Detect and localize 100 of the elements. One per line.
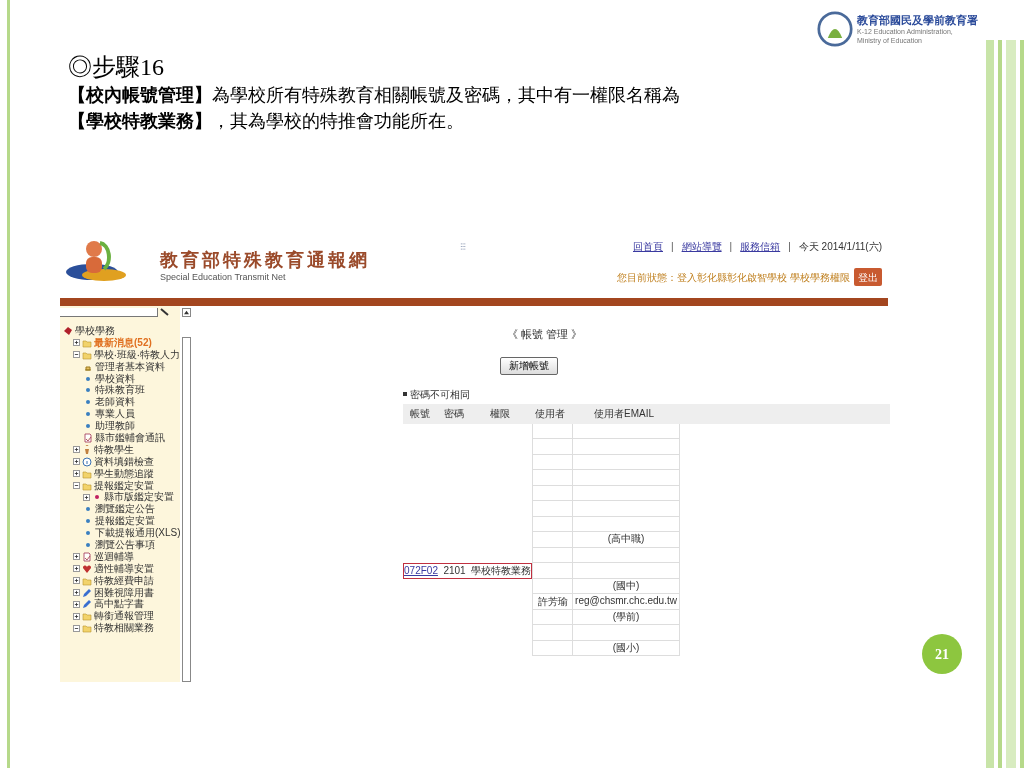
- separator: |: [729, 240, 733, 254]
- expand-toggle[interactable]: [73, 612, 80, 620]
- login-status: 您目前狀態：登入彰化縣彰化啟智學校 學校學務權限: [617, 270, 850, 285]
- table-cell: 許芳瑜: [532, 594, 572, 610]
- tree-item[interactable]: 學校學務: [75, 324, 115, 337]
- tree-item[interactable]: 提報鑑定安置: [95, 515, 155, 528]
- book-icon: [63, 325, 73, 336]
- nav-link[interactable]: 回首頁: [633, 239, 663, 254]
- tree-item[interactable]: 轉銜通報管理: [94, 610, 154, 623]
- expand-toggle[interactable]: [73, 458, 80, 466]
- tree-item[interactable]: 特教相關業務: [94, 622, 154, 635]
- tree-item[interactable]: 提報鑑定安置: [94, 479, 154, 492]
- wrench-icon[interactable]: [160, 307, 170, 317]
- table-cell: [532, 532, 572, 548]
- table-cell: (國小): [572, 640, 680, 656]
- expand-toggle[interactable]: [73, 577, 80, 585]
- slide-text: 【校內帳號管理】為學校所有特殊教育相關帳號及密碼，其中有一權限名稱為: [68, 84, 681, 107]
- expand-toggle[interactable]: [73, 470, 80, 478]
- tree-item[interactable]: 瀏覽鑑定公告: [95, 503, 155, 516]
- table-cell: [532, 547, 572, 563]
- tree-item[interactable]: 下載提報通用(XLS): [95, 527, 181, 540]
- scroll-up-button[interactable]: [181, 308, 191, 317]
- table-cell: [532, 578, 572, 594]
- table-cell: [532, 501, 572, 517]
- logout-button[interactable]: 登出: [854, 268, 882, 286]
- document-icon: [83, 432, 93, 443]
- tree-item[interactable]: 資料填錯檢查: [94, 455, 154, 468]
- column-header: 帳號: [409, 407, 431, 421]
- tree-item[interactable]: 困難視障用書: [94, 586, 154, 599]
- table-cell: [532, 439, 572, 455]
- table-cell: [532, 470, 572, 486]
- bullet-icon: [403, 392, 407, 396]
- note-text: 密碼不可相同: [410, 387, 470, 402]
- tree-item[interactable]: 巡迴輔導: [94, 550, 134, 563]
- collapse-toggle[interactable]: [73, 351, 80, 359]
- page-number: 21: [922, 634, 962, 674]
- collapse-toggle[interactable]: [73, 624, 80, 632]
- table-cell: (國中): [572, 578, 680, 594]
- folder-icon: [82, 480, 92, 491]
- column-header: 密碼: [442, 407, 465, 421]
- table-cell: [532, 609, 572, 625]
- pencil-icon: [82, 587, 92, 598]
- table-cell: [532, 563, 572, 579]
- slide-title: ◎步驟16: [68, 53, 165, 82]
- column-header: 使用者EMAIL: [593, 407, 655, 421]
- table-cell: [532, 640, 572, 656]
- nav-link[interactable]: 網站導覽: [681, 239, 722, 254]
- expand-toggle[interactable]: [73, 446, 80, 454]
- tree-item[interactable]: 專業人員: [95, 408, 135, 421]
- slide-text: 【學校特教業務】，其為學校的特推會功能所在。: [68, 110, 465, 133]
- tree-item[interactable]: 特教經費申請: [94, 574, 154, 587]
- tree-item[interactable]: 特教學生: [94, 443, 134, 456]
- heart-icon: [82, 563, 92, 574]
- add-account-button[interactable]: 新增帳號: [500, 356, 558, 375]
- account-link[interactable]: 072F02: [404, 564, 438, 578]
- tree-item[interactable]: 學校‧班級‧特教人力: [94, 348, 180, 361]
- expand-toggle[interactable]: [73, 339, 80, 347]
- emblem-icon: [817, 11, 853, 47]
- table-cell: reg@chsmr.chc.edu.tw: [572, 594, 680, 610]
- table-cell: [532, 423, 572, 439]
- table-cell: [532, 516, 572, 532]
- tree-item[interactable]: 適性輔導安置: [94, 562, 154, 575]
- tree-item[interactable]: 縣市版鑑定安置: [104, 491, 174, 504]
- tree-item[interactable]: 縣市鑑輔會通訊: [95, 431, 165, 444]
- table-cell: (高中職): [572, 532, 680, 548]
- table-cell: [532, 485, 572, 501]
- tree-item[interactable]: 管理者基本資料: [95, 360, 165, 373]
- folder-icon: [82, 611, 92, 622]
- folder-icon: [82, 623, 92, 634]
- collapse-toggle[interactable]: [73, 482, 80, 489]
- expand-toggle[interactable]: [73, 589, 80, 597]
- table-cell: 學校特教業務: [471, 564, 531, 578]
- search-field[interactable]: [60, 307, 158, 317]
- expand-toggle[interactable]: [83, 493, 90, 501]
- folder-icon: [82, 349, 92, 360]
- expand-toggle[interactable]: [73, 565, 80, 573]
- expand-toggle[interactable]: [73, 600, 80, 608]
- table-cell: (學前): [572, 609, 680, 625]
- tree-item[interactable]: 特殊教育班: [95, 384, 145, 397]
- tree-item[interactable]: 老師資料: [95, 396, 135, 409]
- scrollbar-track[interactable]: [181, 337, 191, 682]
- folder-icon: [82, 575, 92, 586]
- nav-link[interactable]: 服務信箱: [740, 239, 781, 254]
- table-cell: [532, 625, 572, 641]
- folder-icon: [82, 337, 92, 348]
- folder-icon: [82, 468, 92, 479]
- info-icon: [82, 456, 92, 467]
- tree-item[interactable]: 助理教師: [95, 420, 135, 433]
- tree-item[interactable]: 學校資料: [95, 372, 135, 385]
- tree-item[interactable]: 學生動態追蹤: [94, 467, 154, 480]
- column-header: 權限: [489, 407, 511, 421]
- tree-item[interactable]: 高中點字書: [94, 598, 144, 611]
- pencil-icon: [82, 599, 92, 610]
- page-heading: 《 帳號 管理 》: [507, 327, 584, 342]
- site-subtitle: Special Education Transmit Net: [160, 271, 287, 283]
- separator: |: [788, 240, 791, 254]
- date-text: 今天 2014/1/11(六): [798, 240, 882, 254]
- column-header: 使用者: [534, 407, 566, 421]
- tree-item[interactable]: 瀏覽公告事項: [95, 539, 155, 551]
- expand-toggle[interactable]: [73, 553, 80, 561]
